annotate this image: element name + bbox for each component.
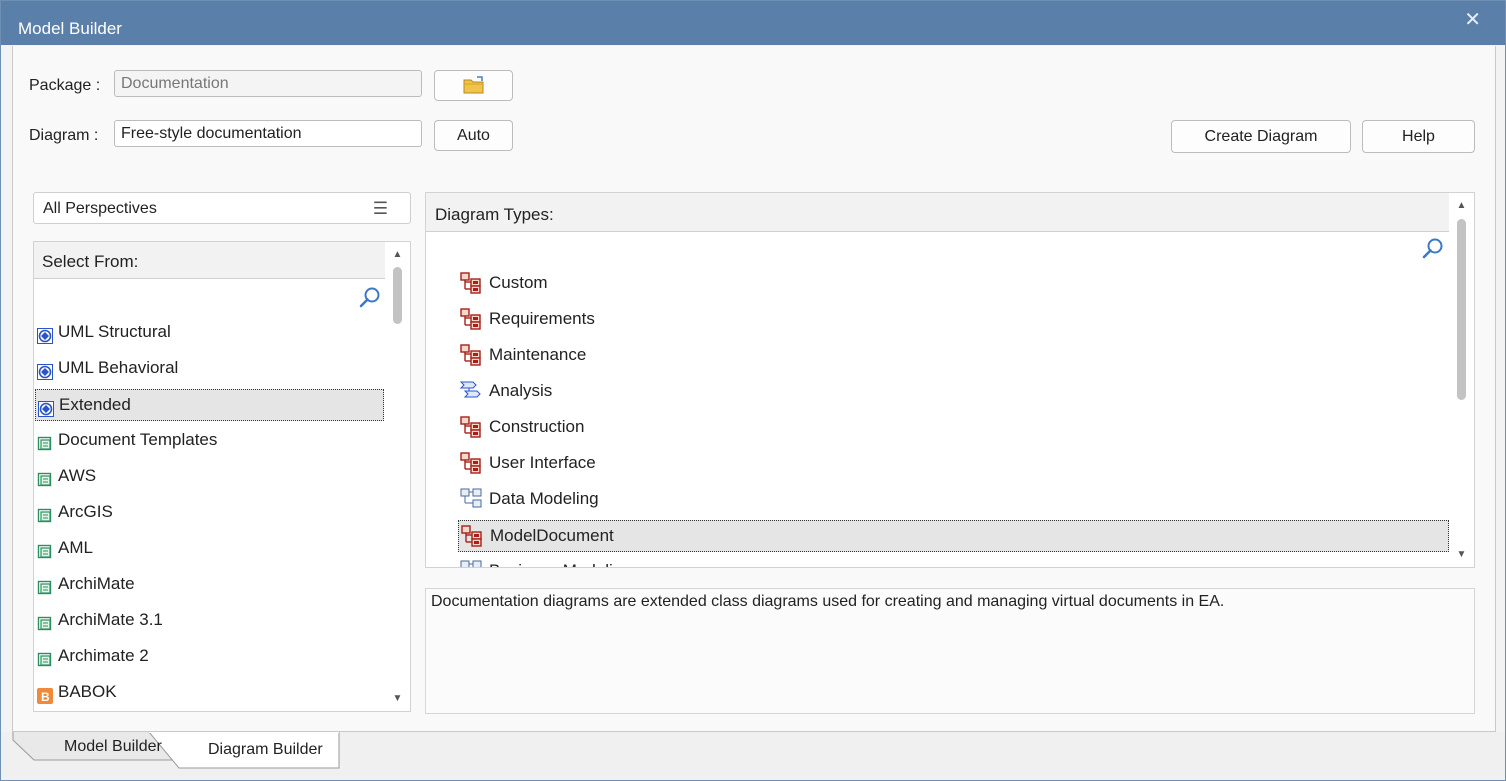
technology-icon	[37, 540, 53, 559]
custom-diagram-icon	[460, 416, 482, 438]
analysis-diagram-icon	[459, 380, 482, 402]
scroll-up-icon[interactable]: ▲	[1455, 200, 1468, 211]
scroll-down-icon[interactable]: ▼	[391, 693, 404, 704]
list-item[interactable]: Extended	[35, 389, 384, 421]
tab-model-builder[interactable]: Model Builder	[64, 738, 162, 756]
package-label: Package :	[29, 77, 101, 94]
list-item[interactable]: Document Templates	[35, 425, 384, 457]
hamburger-menu-icon[interactable]: ☰	[373, 199, 388, 219]
svg-text:B: B	[41, 690, 50, 704]
data-model-icon	[460, 560, 482, 567]
technology-icon	[37, 432, 53, 451]
diagram-type-label: Data Modeling	[489, 489, 599, 508]
diagram-types-list: Diagram Types: Custom Requirements Mainten…	[425, 192, 1475, 568]
list-item[interactable]: AWS	[35, 461, 384, 493]
diagram-types-header: Diagram Types:	[426, 193, 1449, 232]
technology-icon	[37, 468, 53, 487]
list-item-label: Extended	[59, 395, 131, 414]
auto-button[interactable]: Auto	[434, 120, 513, 151]
diagram-type-item[interactable]: User Interface	[458, 448, 1449, 480]
diagram-type-item[interactable]: ModelDocument	[458, 520, 1449, 552]
diagram-name-input[interactable]: Free-style documentation	[114, 120, 422, 147]
diagram-type-item[interactable]: Data Modeling	[458, 484, 1449, 516]
search-icon[interactable]	[358, 286, 382, 310]
scroll-thumb[interactable]	[393, 267, 402, 324]
select-from-scrollbar[interactable]: ▲ ▼	[391, 242, 404, 711]
select-from-header: Select From:	[34, 242, 385, 279]
diagram-type-item[interactable]: Maintenance	[458, 340, 1449, 372]
tab-diagram-builder[interactable]: Diagram Builder	[208, 741, 323, 759]
list-item-label: Document Templates	[58, 430, 218, 449]
builder-tabs: Model Builder Diagram Builder	[1, 732, 1505, 780]
scroll-thumb[interactable]	[1457, 219, 1466, 400]
browse-package-button[interactable]	[434, 70, 513, 101]
uml-icon	[37, 324, 53, 344]
list-item-label: ArchiMate 3.1	[58, 610, 163, 629]
list-item-label: ArcGIS	[58, 502, 113, 521]
model-builder-window: Model Builder ✕ Package : Documentation …	[0, 0, 1506, 781]
package-field[interactable]: Documentation	[114, 70, 422, 97]
diagram-label: Diagram :	[29, 127, 99, 144]
custom-diagram-icon	[460, 344, 482, 366]
list-item[interactable]: UML Structural	[35, 317, 384, 349]
diagram-type-label: Custom	[489, 273, 548, 292]
list-item[interactable]: ArchiMate 3.1	[35, 605, 384, 637]
list-item[interactable]: ArchiMate	[35, 569, 384, 601]
list-item[interactable]: Archimate 2	[35, 641, 384, 673]
search-icon[interactable]	[1421, 237, 1445, 261]
technology-icon	[37, 504, 53, 523]
custom-diagram-icon	[460, 308, 482, 330]
diagram-description: Documentation diagrams are extended clas…	[425, 588, 1475, 714]
custom-diagram-icon	[460, 272, 482, 294]
diagram-type-label: Business Modeling	[489, 556, 632, 567]
list-item-label: Archimate 2	[58, 646, 149, 665]
diagram-type-item[interactable]: Analysis	[458, 376, 1449, 408]
technology-icon	[37, 648, 53, 667]
title-bar: Model Builder ✕	[1, 1, 1505, 45]
diagram-type-item[interactable]: Construction	[458, 412, 1449, 444]
diagram-type-item[interactable]: Requirements	[458, 304, 1449, 336]
select-from-list: Select From: UML Structural UML Behaviora…	[33, 241, 411, 712]
technology-icon	[37, 612, 53, 631]
create-diagram-button[interactable]: Create Diagram	[1171, 120, 1351, 153]
diagram-type-label: Construction	[489, 417, 585, 436]
list-item-label: UML Behavioral	[58, 358, 179, 377]
scroll-down-icon[interactable]: ▼	[1455, 549, 1468, 560]
perspective-selector[interactable]: All Perspectives ☰	[33, 192, 411, 224]
list-item-label: BABOK	[58, 682, 117, 701]
diagram-type-item[interactable]: Business Modeling	[458, 556, 1449, 567]
diagram-type-label: Maintenance	[489, 345, 587, 364]
list-item[interactable]: B BABOK	[35, 677, 384, 709]
list-item-label: UML Structural	[58, 322, 171, 341]
close-icon[interactable]: ✕	[1464, 7, 1481, 32]
data-model-icon	[460, 488, 482, 510]
help-button[interactable]: Help	[1362, 120, 1475, 153]
uml-icon	[38, 397, 54, 417]
list-item[interactable]: UML Behavioral	[35, 353, 384, 385]
diagram-type-label: User Interface	[489, 453, 596, 472]
list-item-label: AML	[58, 538, 93, 557]
scroll-up-icon[interactable]: ▲	[391, 249, 404, 260]
diagram-type-item[interactable]: Custom	[458, 268, 1449, 300]
uml-icon	[37, 360, 53, 380]
list-item-label: AWS	[58, 466, 97, 485]
list-item[interactable]: ArcGIS	[35, 497, 384, 529]
list-item[interactable]: AML	[35, 533, 384, 565]
technology-icon	[37, 576, 53, 595]
folder-icon	[463, 76, 483, 94]
diagram-type-label: Requirements	[489, 309, 595, 328]
custom-diagram-icon	[461, 525, 483, 547]
diagram-type-label: ModelDocument	[490, 526, 614, 545]
list-item-label: ArchiMate	[58, 574, 135, 593]
diagram-types-scrollbar[interactable]: ▲ ▼	[1455, 193, 1468, 567]
custom-diagram-icon	[460, 452, 482, 474]
babok-icon: B	[37, 684, 53, 704]
window-title: Model Builder	[18, 19, 122, 38]
diagram-type-label: Analysis	[489, 381, 553, 400]
perspective-value: All Perspectives	[43, 200, 157, 217]
